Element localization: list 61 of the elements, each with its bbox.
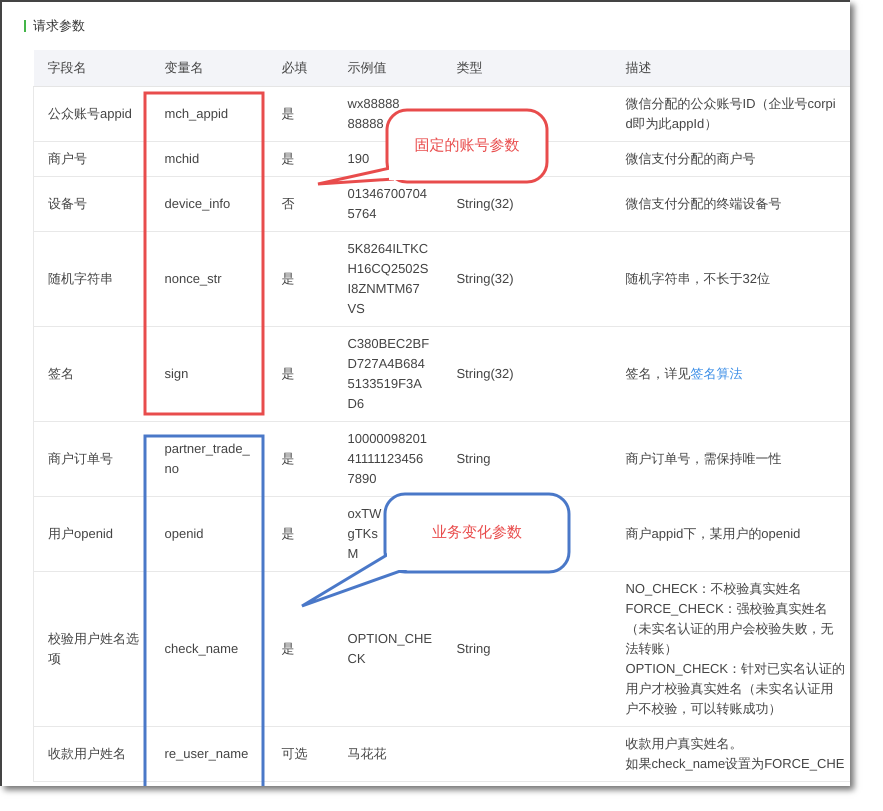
table-cell-text: 设备号 — [48, 195, 87, 214]
table-cell-text: 是 — [282, 525, 294, 544]
table-cell-text: 190 — [348, 150, 370, 168]
table-cell-text: 商户订单号，需保持唯一性 — [626, 450, 782, 468]
column-header: 描述 — [612, 50, 850, 86]
table-cell-text: 商户号 — [48, 150, 87, 168]
table-cell-text: 签名 — [48, 365, 74, 384]
table-cell-text: NO_CHECK：不校验真实姓名 FORCE_CHECK：强校验真实姓名 （未实名认证的用户会校验失败，无 法转账） OPTION_CHECK：针对已实名认证的 用户才校验真实姓名（未实名认证用 户不校验，可以转账成功） — [626, 580, 846, 718]
column-header: 字段名 — [34, 50, 150, 86]
table-cell-text: 是 — [282, 270, 294, 288]
table-cell-text: openid — [164, 525, 204, 544]
table-cell-text: 微信分配的公众账号ID（企业号corpi d即为此appId） — [626, 94, 836, 133]
table-cell-text: 01346700704 5764 — [348, 185, 428, 224]
column-header: 示例值 — [334, 50, 442, 86]
table-cell-text: re_user_name — [164, 745, 248, 764]
table-cell-text: 可选 — [282, 745, 308, 764]
table-cell-text: 是 — [282, 365, 294, 384]
table-cell-text: 是 — [282, 450, 294, 468]
table-cell-text: mchid — [164, 150, 200, 168]
callout-text: 业务变化参数 — [432, 522, 522, 543]
table-cell-text: 收款用户真实姓名。 如果check_name设置为FORCE_CHE — [626, 735, 844, 774]
table-cell-text: OPTION_CHE CK — [348, 630, 432, 668]
table-cell-text: 微信支付分配的终端设备号 — [626, 195, 782, 214]
column-header: 类型 — [442, 50, 612, 86]
table-cell-text: device_info — [164, 195, 230, 214]
table-cell-text: 随机字符串，不长于32位 — [626, 270, 770, 288]
table-cell-text: sign — [164, 365, 188, 384]
table-cell-text: oxTW gTKs M — [348, 505, 382, 564]
table-cell-text: 商户appid下，某用户的openid — [626, 525, 800, 544]
table-cell-text: 马花花 — [348, 745, 386, 764]
table-cell-text: nonce_str — [164, 270, 222, 288]
column-header: 变量名 — [150, 50, 268, 86]
table-cell-text: 校验用户姓名选 项 — [48, 630, 139, 668]
table-cell-text: String(32) — [456, 270, 514, 288]
table-cell-text: 是 — [282, 640, 294, 658]
callout-text: 固定的账号参数 — [414, 136, 520, 156]
section-marker — [24, 20, 26, 32]
table-cell-text: 用户openid — [48, 525, 114, 544]
table-cell-text: mch_appid — [164, 104, 228, 123]
link[interactable]: 签名算法 — [690, 366, 742, 382]
table-cell-text: 商户订单号 — [48, 450, 113, 468]
table-cell-text: String(32) — [456, 195, 514, 214]
table-cell-text: String — [456, 450, 490, 468]
table-cell-text: 5K8264ILTKC H16CQ2502S I8ZNMTM67 VS — [348, 240, 428, 318]
table-cell-text: String(32) — [456, 365, 514, 384]
table-cell-text: 微信支付分配的商户号 — [626, 150, 756, 168]
table-cell-text: 签名，详见签名算法 — [626, 365, 742, 384]
table-cell-text: 收款用户姓名 — [48, 745, 126, 764]
table-cell-text: 是 — [282, 104, 294, 123]
table-cell-text: C380BEC2BF D727A4B684 5133519F3A D6 — [348, 335, 430, 414]
table-cell-text: 是 — [282, 150, 294, 168]
table-cell-text: String — [456, 640, 490, 658]
table-cell-text: wx88888 88888 — [348, 94, 400, 132]
table-cell-text: partner_trade_ no — [164, 440, 250, 478]
table-cell-text: 否 — [282, 195, 294, 214]
table-cell-text: 随机字符串 — [48, 270, 113, 288]
section-title: 请求参数 — [33, 17, 85, 36]
table-cell-text: 10000098201 41111123456 7890 — [348, 430, 428, 488]
column-header: 必填 — [268, 50, 334, 86]
table-cell-text: 公众账号appid — [48, 104, 132, 123]
table-cell-text: check_name — [164, 640, 238, 658]
